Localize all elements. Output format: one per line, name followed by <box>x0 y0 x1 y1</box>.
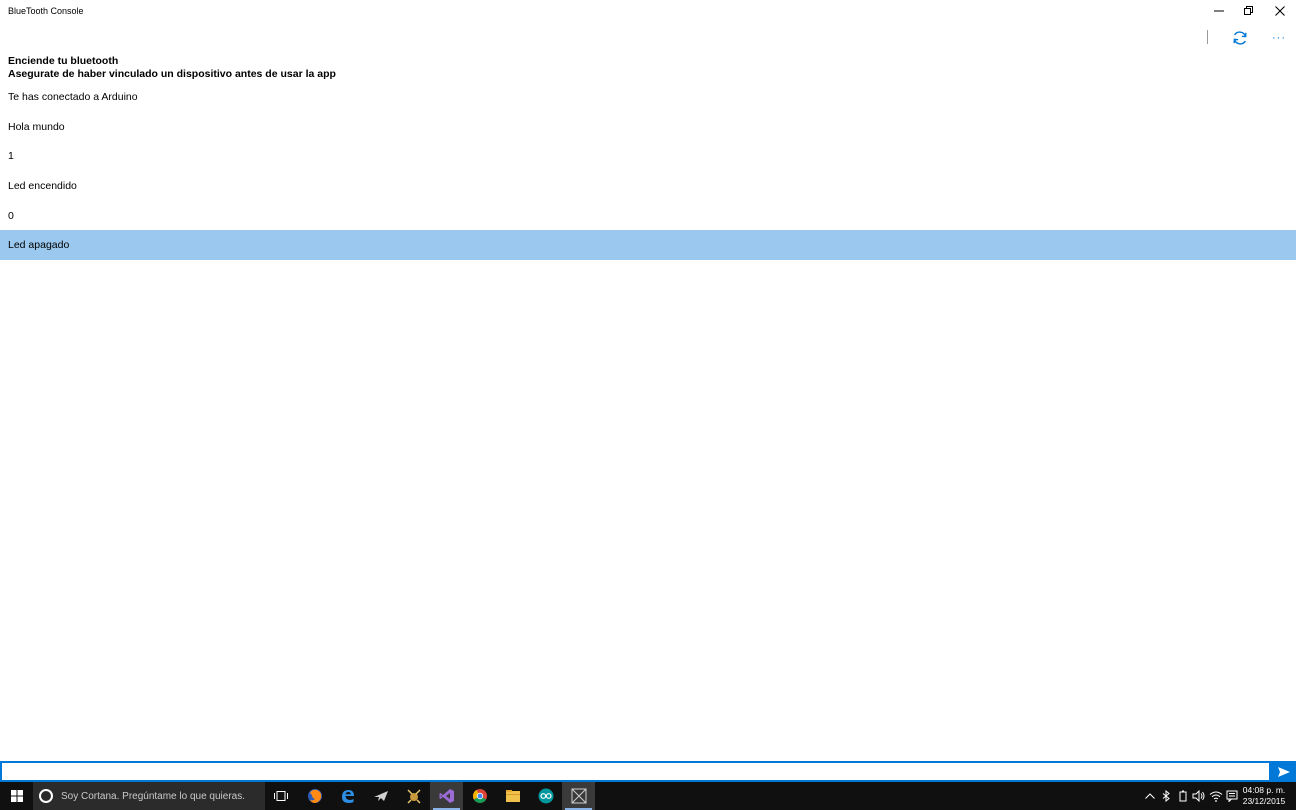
list-item[interactable]: 1 <box>0 141 1296 171</box>
header-line-2: Asegurate de haber vinculado un disposit… <box>8 68 336 80</box>
taskbar-bluetooth-console[interactable] <box>562 782 595 810</box>
command-separator <box>1207 30 1208 44</box>
taskbar-game[interactable] <box>397 782 430 810</box>
clock-time: 04:08 p. m. <box>1242 785 1286 795</box>
window-title: BlueTooth Console <box>8 6 84 16</box>
refresh-icon <box>1233 31 1247 45</box>
edge-icon <box>341 790 354 803</box>
tray-network[interactable] <box>1208 782 1224 810</box>
send-button[interactable] <box>1271 761 1296 782</box>
wifi-icon <box>1209 791 1223 802</box>
more-options-button[interactable]: ··· <box>1268 28 1290 48</box>
command-bar: ··· <box>0 26 1296 50</box>
game-icon <box>406 789 421 804</box>
instructions-header: Enciende tu bluetooth Asegurate de haber… <box>8 55 336 81</box>
firefox-icon <box>307 789 322 803</box>
taskbar-visual-studio[interactable] <box>430 782 463 810</box>
list-item[interactable]: Hola mundo <box>0 112 1296 142</box>
taskbar-clock[interactable]: 04:08 p. m. 23/12/2015 <box>1238 785 1290 807</box>
refresh-button[interactable] <box>1229 28 1251 48</box>
taskbar: Soy Cortana. Pregúntame lo que quieras. <box>0 782 1296 810</box>
bluetooth-icon <box>1162 790 1170 802</box>
windows-logo-icon <box>10 790 23 802</box>
start-button[interactable] <box>0 782 33 810</box>
tray-battery[interactable] <box>1176 782 1190 810</box>
taskbar-chrome[interactable] <box>463 782 496 810</box>
taskbar-file-explorer[interactable] <box>496 782 529 810</box>
bluetooth-console-icon <box>571 788 586 804</box>
header-line-1: Enciende tu bluetooth <box>8 55 119 67</box>
minimize-icon <box>1214 10 1224 12</box>
cortana-placeholder: Soy Cortana. Pregúntame lo que quieras. <box>61 790 245 802</box>
app-window: BlueTooth Console ··· Enciende tu blueto… <box>0 0 1296 782</box>
tray-bluetooth[interactable] <box>1159 782 1173 810</box>
chrome-icon <box>472 789 487 803</box>
show-hidden-icons-button[interactable] <box>1143 782 1157 810</box>
task-view-icon <box>273 791 288 801</box>
taskbar-edge[interactable] <box>331 782 364 810</box>
plane-icon <box>373 791 388 801</box>
list-item[interactable]: Led encendido <box>0 171 1296 201</box>
message-input[interactable] <box>0 761 1271 782</box>
cortana-search[interactable]: Soy Cortana. Pregúntame lo que quieras. <box>33 782 265 810</box>
taskbar-arduino[interactable] <box>529 782 562 810</box>
close-icon <box>1275 6 1285 16</box>
title-bar: BlueTooth Console <box>0 0 1296 22</box>
action-center-icon <box>1226 790 1238 802</box>
minimize-button[interactable] <box>1203 0 1235 22</box>
input-bar <box>0 761 1296 782</box>
restore-icon <box>1244 6 1253 15</box>
tray-volume[interactable] <box>1191 782 1207 810</box>
file-explorer-icon <box>505 790 520 802</box>
send-icon <box>1277 766 1290 777</box>
taskbar-firefox[interactable] <box>298 782 331 810</box>
battery-icon <box>1179 790 1187 802</box>
task-view-button[interactable] <box>264 782 297 810</box>
chevron-up-icon <box>1145 793 1155 799</box>
list-item[interactable]: Te has conectado a Arduino <box>0 82 1296 112</box>
message-list: Te has conectado a Arduino Hola mundo 1 … <box>0 82 1296 261</box>
cortana-icon <box>39 789 53 803</box>
close-button[interactable] <box>1264 0 1296 22</box>
visual-studio-icon <box>439 789 454 803</box>
taskbar-plane-app[interactable] <box>364 782 397 810</box>
list-item-selected[interactable]: Led apagado <box>0 230 1296 261</box>
list-item[interactable]: 0 <box>0 201 1296 231</box>
clock-date: 23/12/2015 <box>1242 796 1286 806</box>
restore-button[interactable] <box>1233 0 1265 22</box>
volume-icon <box>1192 790 1205 802</box>
arduino-icon <box>538 788 553 804</box>
